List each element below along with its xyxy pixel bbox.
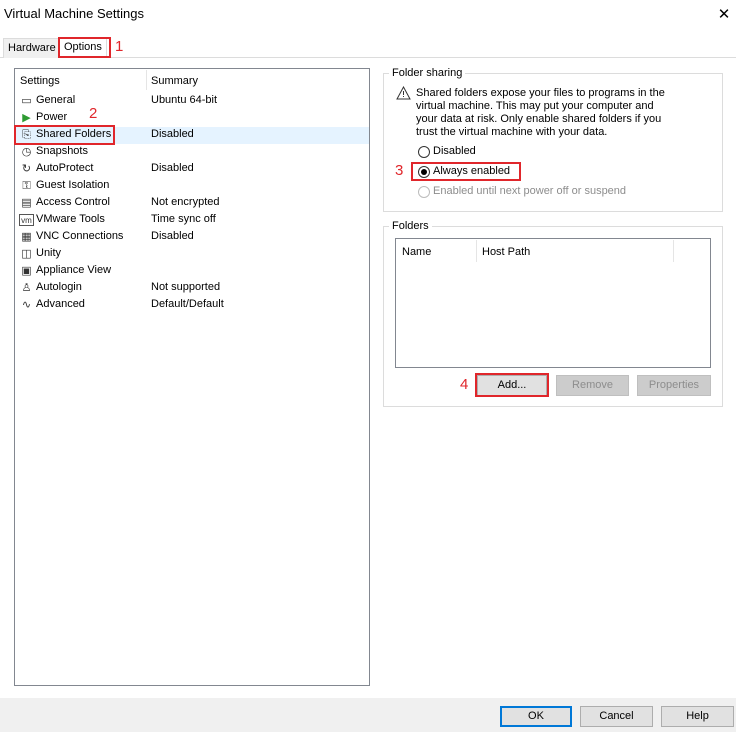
radio-disabled[interactable] <box>418 146 430 158</box>
settings-item-snapshots[interactable]: ◷ Snapshots <box>15 144 369 161</box>
vmware-tools-icon: vm <box>19 214 34 226</box>
settings-item-autoprotect[interactable]: ↻ AutoProtect Disabled <box>15 161 369 178</box>
help-button[interactable]: Help <box>661 706 734 727</box>
settings-item-summary: Disabled <box>151 162 194 174</box>
tab-hardware[interactable]: Hardware <box>3 38 61 58</box>
window-title: Virtual Machine Settings <box>4 6 144 21</box>
settings-item-summary: Not supported <box>151 281 221 293</box>
column-separator <box>476 240 477 262</box>
settings-item-label: Unity <box>36 247 62 259</box>
annotation-box-add <box>475 373 549 397</box>
settings-item-label: Access Control <box>36 196 110 208</box>
warning-line: your data at risk. Only enable shared fo… <box>416 113 662 125</box>
advanced-icon: ∿ <box>21 299 32 311</box>
settings-item-vnc-connections[interactable]: ▦ VNC Connections Disabled <box>15 229 369 246</box>
annotation-box-shared-folders <box>14 125 115 145</box>
settings-item-unity[interactable]: ◫ Unity <box>15 246 369 263</box>
radio-enabled-until-power-off-label[interactable]: Enabled until next power off or suspend <box>433 185 626 197</box>
properties-button[interactable]: Properties <box>637 375 711 396</box>
settings-item-vmware-tools[interactable]: vm VMware Tools Time sync off <box>15 212 369 229</box>
settings-item-summary: Ubuntu 64-bit <box>151 94 218 106</box>
settings-item-label: VNC Connections <box>36 230 124 242</box>
annotation-number-3: 3 <box>395 162 404 179</box>
warning-line: virtual machine. This may put your compu… <box>416 100 654 112</box>
annotation-number-1: 1 <box>115 38 124 55</box>
annotation-box-always-enabled <box>411 162 521 181</box>
unity-icon: ◫ <box>21 248 32 260</box>
warning-line: trust the virtual machine with your data… <box>416 126 608 138</box>
appliance-icon: ▣ <box>21 265 32 277</box>
folders-host-path-header[interactable]: Host Path <box>482 246 530 258</box>
summary-column-header[interactable]: Summary <box>151 75 198 87</box>
settings-item-label: Appliance View <box>36 264 112 276</box>
warning-icon <box>396 85 411 100</box>
warning-text: Shared folders expose your files to prog… <box>416 87 665 139</box>
column-separator <box>146 70 147 90</box>
close-icon[interactable]: ✕ <box>716 5 732 23</box>
folder-sharing-title: Folder sharing <box>389 67 466 79</box>
settings-item-appliance-view[interactable]: ▣ Appliance View <box>15 263 369 280</box>
settings-item-label: Guest Isolation <box>36 179 110 191</box>
vnc-icon: ▦ <box>21 231 32 243</box>
settings-item-label: VMware Tools <box>36 213 105 225</box>
folders-list[interactable] <box>395 238 711 368</box>
remove-button[interactable]: Remove <box>556 375 629 396</box>
settings-item-label: Advanced <box>36 298 85 310</box>
settings-item-access-control[interactable]: ▤ Access Control Not encrypted <box>15 195 369 212</box>
access-control-icon: ▤ <box>21 197 32 209</box>
annotation-box-options <box>58 37 111 58</box>
monitor-icon: ▭ <box>21 95 32 107</box>
folders-title: Folders <box>389 220 432 232</box>
column-separator <box>673 240 674 262</box>
settings-item-label: AutoProtect <box>36 162 94 174</box>
settings-item-label: General <box>36 94 76 106</box>
radio-disabled-label[interactable]: Disabled <box>433 145 476 157</box>
folders-name-header[interactable]: Name <box>402 246 431 258</box>
settings-item-summary: Disabled <box>151 128 194 140</box>
snapshot-icon: ◷ <box>21 146 32 158</box>
radio-enabled-until-power-off[interactable] <box>418 186 430 198</box>
settings-item-summary: Not encrypted <box>151 196 220 208</box>
ok-button[interactable]: OK <box>500 706 572 727</box>
autoprotect-icon: ↻ <box>21 163 32 175</box>
settings-item-label: Power <box>36 111 68 123</box>
annotation-number-4: 4 <box>460 376 469 393</box>
settings-item-summary: Disabled <box>151 230 194 242</box>
annotation-number-2: 2 <box>89 105 98 122</box>
settings-item-guest-isolation[interactable]: ⚿ Guest Isolation <box>15 178 369 195</box>
settings-item-advanced[interactable]: ∿ Advanced Default/Default <box>15 297 369 314</box>
settings-item-summary: Time sync off <box>151 213 216 225</box>
settings-item-general[interactable]: ▭ General Ubuntu 64-bit <box>15 93 369 110</box>
cancel-button[interactable]: Cancel <box>580 706 653 727</box>
settings-item-summary: Default/Default <box>151 298 224 310</box>
settings-item-label: Snapshots <box>36 145 88 157</box>
settings-item-autologin[interactable]: ♙ Autologin Not supported <box>15 280 369 297</box>
settings-column-header[interactable]: Settings <box>20 75 60 87</box>
play-icon: ▶ <box>22 112 31 124</box>
settings-item-label: Autologin <box>36 281 82 293</box>
warning-line: Shared folders expose your files to prog… <box>416 87 665 99</box>
guest-isolation-icon: ⚿ <box>22 180 31 192</box>
autologin-icon: ♙ <box>21 282 32 294</box>
